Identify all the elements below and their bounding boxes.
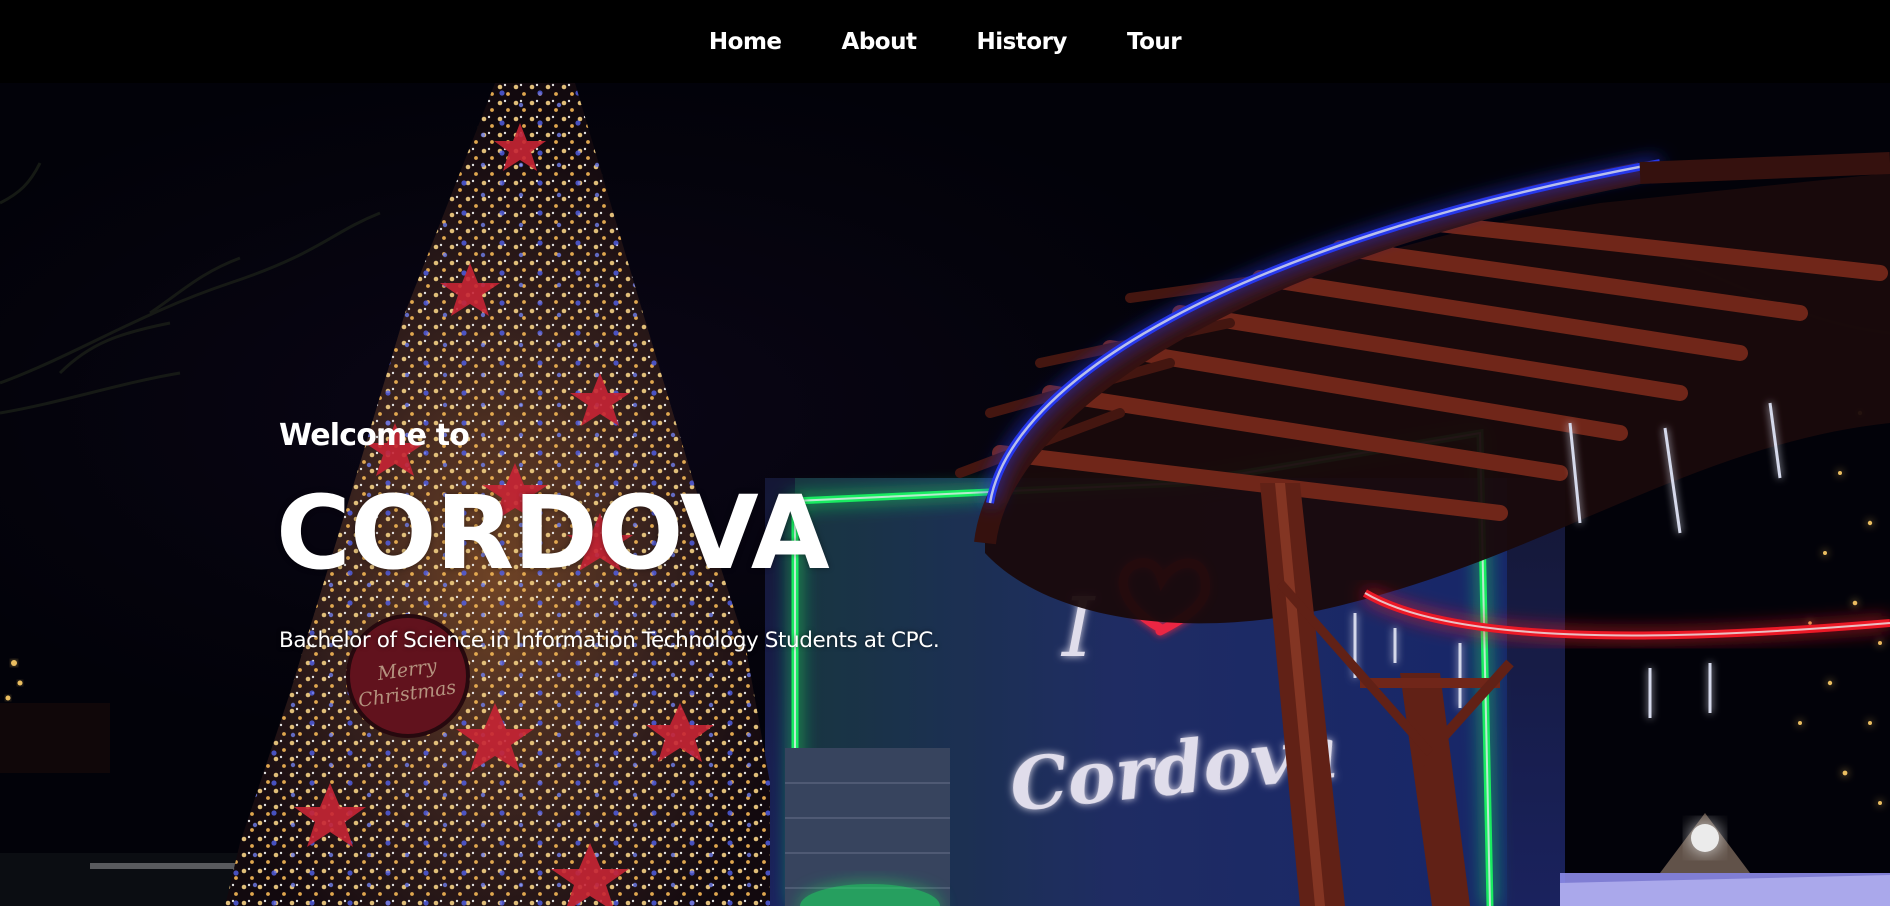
hero-section: I Cordova Merry Christmas Welcome to COR…: [0, 83, 1890, 906]
nav-link-about[interactable]: About: [812, 29, 947, 55]
hero-subtitle: Bachelor of Science in Information Techn…: [279, 628, 940, 653]
top-navigation: Home About History Tour: [0, 0, 1890, 83]
welcome-text: Welcome to: [279, 418, 470, 453]
nav-link-home[interactable]: Home: [679, 29, 812, 55]
hero-title: CORDOVA: [276, 474, 830, 593]
nav-link-tour[interactable]: Tour: [1097, 29, 1211, 55]
nav-link-history[interactable]: History: [946, 29, 1096, 55]
